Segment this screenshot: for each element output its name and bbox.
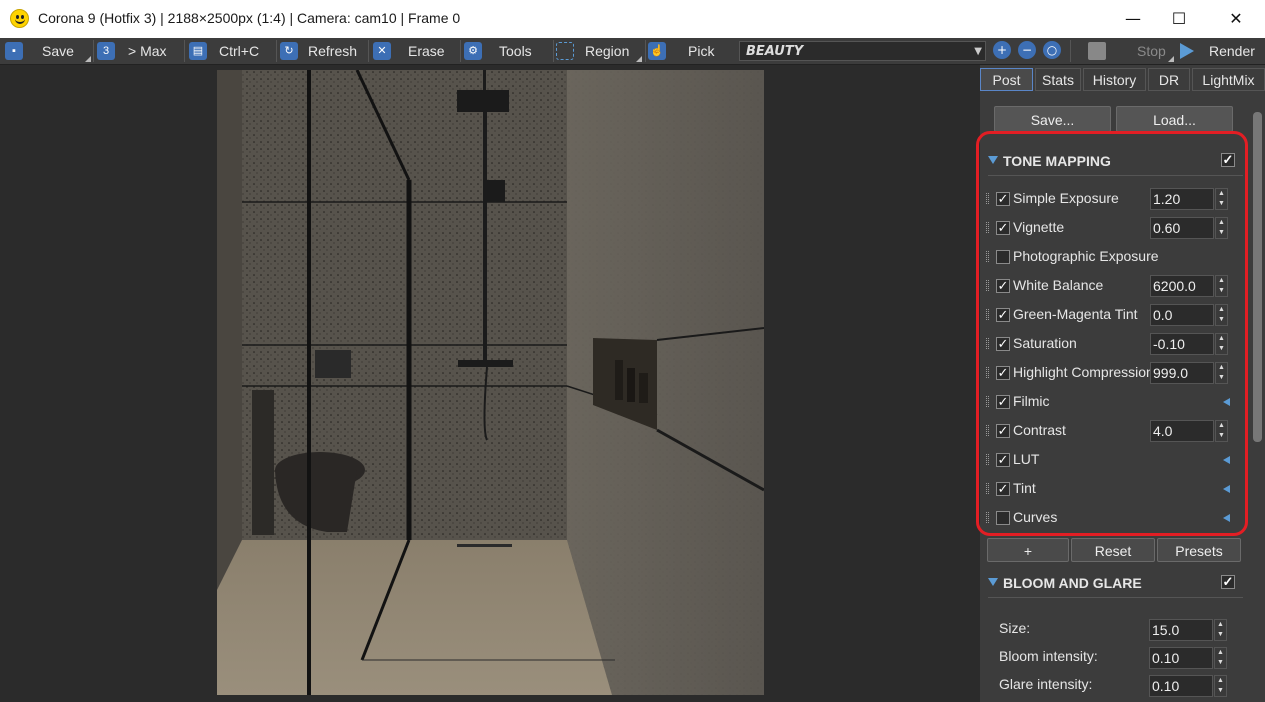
hand-pointer-icon: ☝ (648, 42, 666, 60)
chevron-down-icon: ▼ (974, 46, 982, 57)
tab-post[interactable]: Post (980, 68, 1033, 91)
bloom-glare-enable-checkbox[interactable]: ✓ (1221, 575, 1235, 589)
tab-lightmix[interactable]: LightMix (1192, 68, 1265, 91)
copy-to-clipboard-button[interactable]: ▤ Ctrl+C (189, 40, 274, 62)
zoom-fit-icon[interactable]: ○ (1043, 41, 1061, 59)
tab-stats[interactable]: Stats (1035, 68, 1081, 91)
zoom-in-icon[interactable]: + (993, 41, 1011, 59)
bloom-size-row: Size: 15.0 ▲ ▼ (999, 617, 1239, 641)
maximize-button[interactable]: ☐ (1156, 4, 1202, 34)
panel-tabs: Post Stats History DR LightMix (980, 68, 1265, 92)
presets-button[interactable]: Presets (1157, 538, 1241, 562)
bloom-glare-header[interactable]: BLOOM AND GLARE ✓ (988, 573, 1243, 597)
render-pass-dropdown[interactable]: BEAUTY ▼ (739, 41, 986, 61)
erase-x-icon: ✕ (373, 42, 391, 60)
bloom-size-spinner[interactable]: 15.0 ▲ ▼ (1149, 619, 1227, 641)
region-button[interactable]: Region (556, 40, 642, 62)
tools-button[interactable]: ⚙ Tools (464, 40, 550, 62)
refresh-button[interactable]: ↻ Refresh (280, 40, 366, 62)
max-logo-icon: 3 (97, 42, 115, 60)
spinner-arrows-icon[interactable]: ▲ ▼ (1214, 675, 1227, 697)
close-button[interactable]: ✕ (1213, 4, 1259, 34)
stop-button[interactable]: Stop (1088, 40, 1174, 62)
spinner-arrows-icon[interactable]: ▲ ▼ (1214, 647, 1227, 669)
collapse-triangle-icon (988, 578, 998, 586)
glare-intensity-row: Glare intensity: 0.10 ▲ ▼ (999, 673, 1239, 697)
render-viewport[interactable] (0, 65, 980, 702)
save-button[interactable]: ▪ Save (5, 40, 91, 62)
vfb-toolbar: ▪ Save 3 > Max ▤ Ctrl+C ↻ Refresh ✕ Eras… (0, 38, 1265, 65)
send-to-max-button[interactable]: 3 > Max (97, 40, 181, 62)
panel-scrollbar[interactable] (1253, 112, 1262, 442)
gear-icon: ⚙ (464, 42, 482, 60)
clipboard-icon: ▤ (189, 42, 207, 60)
refresh-icon: ↻ (280, 42, 298, 60)
region-select-icon (556, 42, 574, 60)
glare-intensity-spinner[interactable]: 0.10 ▲ ▼ (1149, 675, 1227, 697)
load-preset-button[interactable]: Load... (1116, 106, 1233, 132)
erase-button[interactable]: ✕ Erase (373, 40, 458, 62)
play-icon (1180, 43, 1194, 59)
render-button[interactable]: Render (1180, 40, 1265, 62)
reset-button[interactable]: Reset (1071, 538, 1155, 562)
rendered-image (217, 70, 764, 695)
window-title: Corona 9 (Hotfix 3) | 2188×2500px (1:4) … (38, 10, 461, 26)
save-preset-button[interactable]: Save... (994, 106, 1111, 132)
minimize-button[interactable]: — (1110, 4, 1156, 34)
tab-history[interactable]: History (1083, 68, 1146, 91)
spinner-arrows-icon[interactable]: ▲ ▼ (1214, 619, 1227, 641)
bloom-intensity-row: Bloom intensity: 0.10 ▲ ▼ (999, 645, 1239, 669)
stop-square-icon (1088, 42, 1106, 60)
pick-button[interactable]: ☝ Pick (648, 40, 734, 62)
zoom-out-icon[interactable]: − (1018, 41, 1036, 59)
title-bar: Corona 9 (Hotfix 3) | 2188×2500px (1:4) … (0, 0, 1265, 38)
tone-mapping-highlight-outline (976, 131, 1248, 536)
corona-smiley-icon (10, 9, 29, 28)
add-operator-button[interactable]: + (987, 538, 1069, 562)
floppy-disk-icon: ▪ (5, 42, 23, 60)
bloom-intensity-spinner[interactable]: 0.10 ▲ ▼ (1149, 647, 1227, 669)
tab-dr[interactable]: DR (1148, 68, 1190, 91)
